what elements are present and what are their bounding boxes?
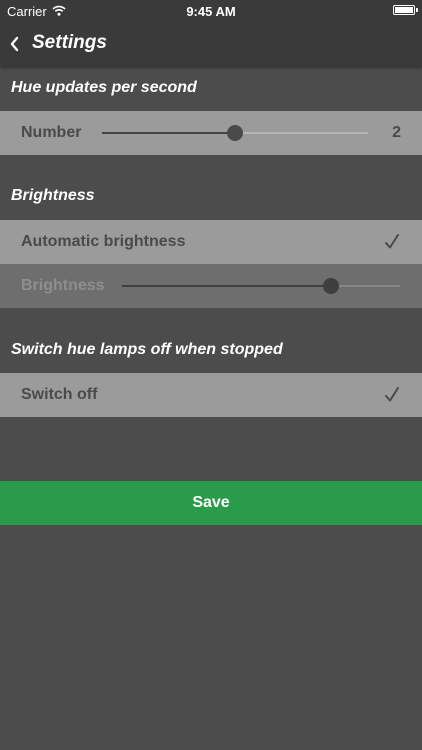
automatic-brightness-label: Automatic brightness <box>21 233 186 250</box>
number-slider[interactable] <box>102 125 368 141</box>
battery-level-fill <box>395 7 413 13</box>
slider-thumb[interactable] <box>323 278 339 294</box>
number-row: Number 2 <box>0 111 422 155</box>
status-time: 9:45 AM <box>186 4 236 19</box>
battery-icon <box>393 5 418 15</box>
slider-track-rest <box>331 285 400 287</box>
section-header-brightness: Brightness <box>11 187 95 204</box>
navigation-bar: Settings <box>0 22 422 66</box>
slider-thumb[interactable] <box>227 125 243 141</box>
switch-off-label: Switch off <box>21 386 98 403</box>
number-value: 2 <box>392 124 401 141</box>
slider-track-rest <box>235 132 368 134</box>
brightness-row: Brightness <box>0 264 422 308</box>
section-header-switch-off: Switch hue lamps off when stopped <box>11 341 283 358</box>
save-button[interactable]: Save <box>0 481 422 525</box>
brightness-slider[interactable] <box>122 278 400 294</box>
chevron-left-icon[interactable] <box>4 30 24 58</box>
status-bar: Carrier 9:45 AM <box>0 0 422 22</box>
slider-track-fill <box>102 132 235 134</box>
automatic-brightness-row[interactable]: Automatic brightness <box>0 220 422 264</box>
page-title: Settings <box>32 32 107 53</box>
checkmark-icon <box>384 385 400 405</box>
checkmark-icon <box>384 232 400 252</box>
brightness-label: Brightness <box>21 277 105 294</box>
section-header-hue-updates: Hue updates per second <box>11 79 197 96</box>
switch-off-row[interactable]: Switch off <box>0 373 422 417</box>
number-label: Number <box>21 124 82 141</box>
slider-track-fill <box>122 285 331 287</box>
